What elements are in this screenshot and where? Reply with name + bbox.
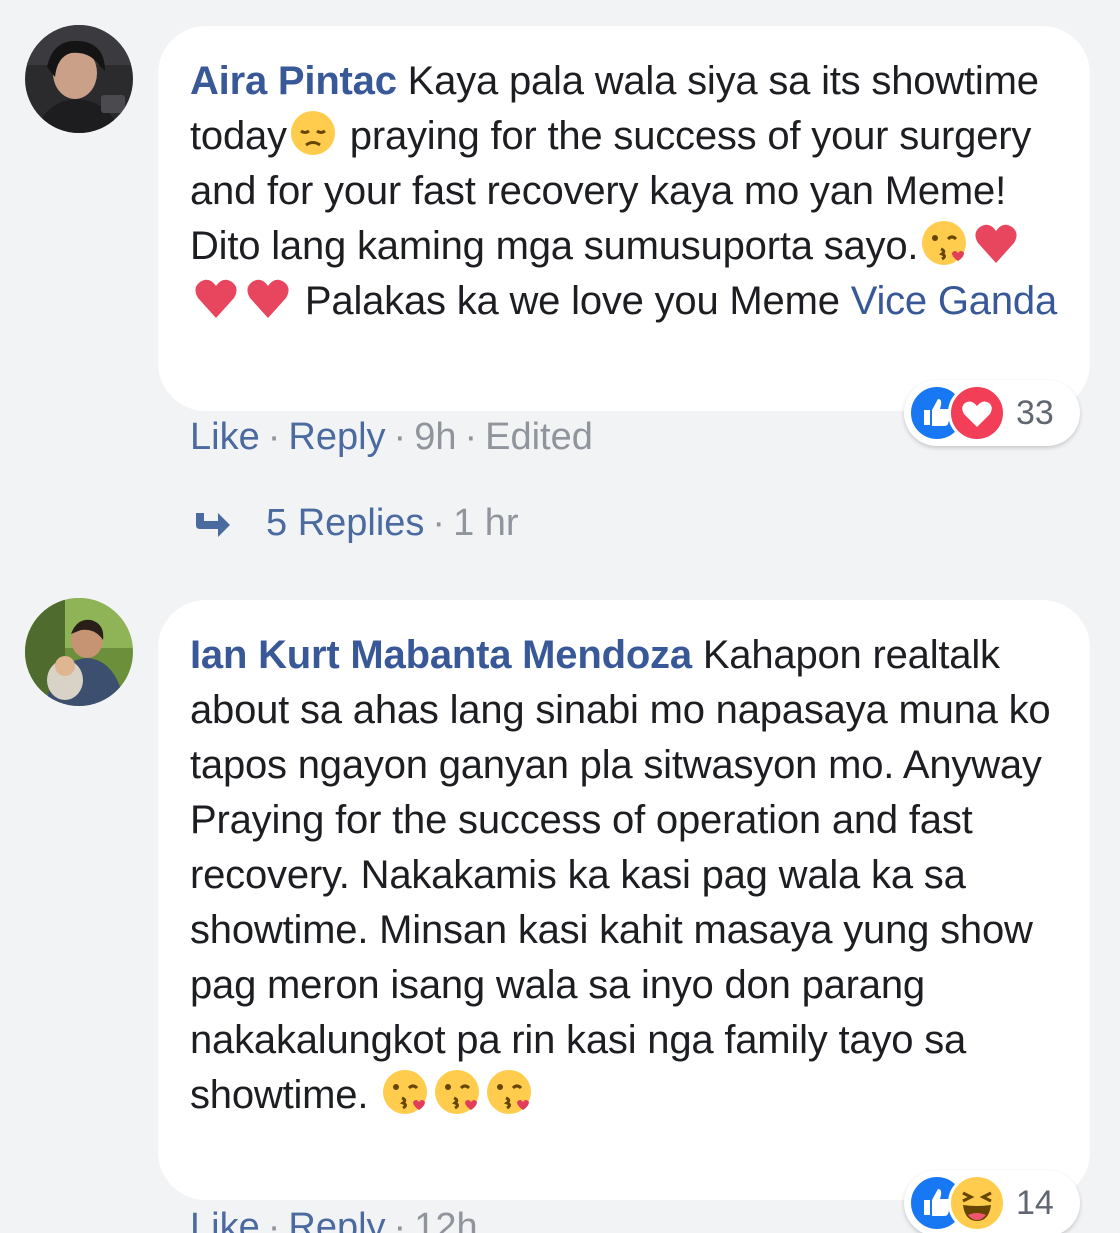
comment-bubble: Ian Kurt Mabanta Mendoza Kahapon realtal… <box>158 600 1090 1200</box>
replies-timestamp: 1 hr <box>453 502 519 544</box>
like-link[interactable]: Like <box>190 1206 260 1233</box>
edited-label[interactable]: Edited <box>485 416 593 458</box>
separator: · <box>267 1206 281 1233</box>
reply-arrow-icon <box>192 506 232 537</box>
view-replies[interactable]: 5 Replies · 1 hr <box>192 502 519 545</box>
separator: · <box>432 502 446 544</box>
reaction-summary[interactable]: 33 <box>904 380 1080 446</box>
red-heart-icon <box>192 274 240 322</box>
kissing-heart-face-icon <box>381 1068 429 1116</box>
reaction-summary[interactable]: 14 <box>904 1170 1080 1233</box>
reply-link[interactable]: Reply <box>288 416 385 458</box>
comment-author[interactable]: Aira Pintac <box>190 59 397 103</box>
comment-actions: Like · Reply · 12h <box>190 1206 478 1233</box>
mention-link[interactable]: Vice Ganda <box>851 279 1058 323</box>
comment-timestamp[interactable]: 12h <box>414 1206 477 1233</box>
disappointed-face-icon <box>289 109 337 157</box>
avatar[interactable] <box>25 598 133 706</box>
kissing-heart-face-icon <box>485 1068 533 1116</box>
separator: · <box>393 1206 407 1233</box>
comment-timestamp[interactable]: 9h <box>414 416 456 458</box>
replies-count-link[interactable]: 5 Replies <box>266 502 424 544</box>
separator: · <box>267 416 281 458</box>
red-heart-icon <box>972 219 1020 267</box>
kissing-heart-face-icon <box>920 219 968 267</box>
reaction-count: 33 <box>1016 393 1054 432</box>
comment-bubble: Aira Pintac Kaya pala wala siya sa its s… <box>158 26 1090 411</box>
reply-link[interactable]: Reply <box>288 1206 385 1233</box>
comment-author[interactable]: Ian Kurt Mabanta Mendoza <box>190 633 692 677</box>
separator: · <box>393 416 407 458</box>
kissing-heart-face-icon <box>433 1068 481 1116</box>
like-link[interactable]: Like <box>190 416 260 458</box>
separator: · <box>464 416 478 458</box>
comment-text: Kahapon realtalk about sa ahas lang sina… <box>190 633 1051 1117</box>
red-heart-icon <box>244 274 292 322</box>
love-reaction-icon <box>948 384 1006 442</box>
comment-actions: Like · Reply · 9h · Edited <box>190 416 593 459</box>
comment-thread: Aira Pintac Kaya pala wala siya sa its s… <box>0 0 1120 1233</box>
comment-text: Palakas ka we love you Meme <box>294 279 851 323</box>
haha-reaction-icon <box>948 1174 1006 1232</box>
reaction-count: 14 <box>1016 1183 1054 1222</box>
avatar[interactable] <box>25 25 133 133</box>
